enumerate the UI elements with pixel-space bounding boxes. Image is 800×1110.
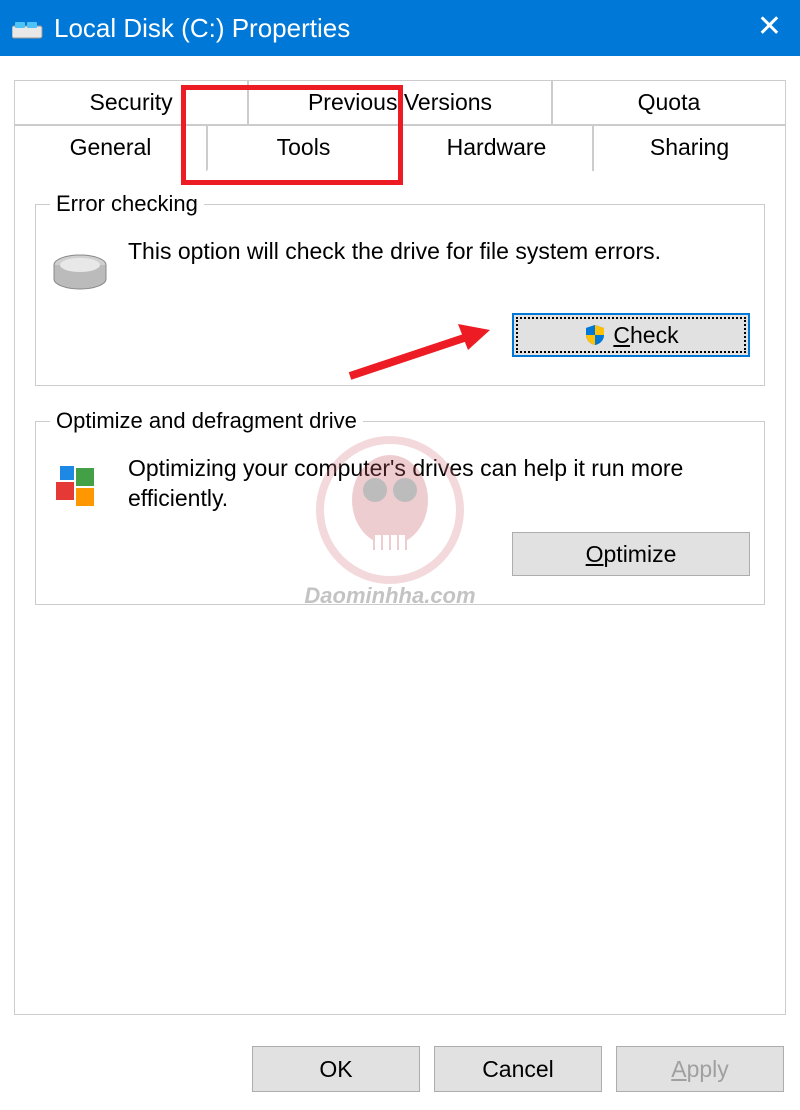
tab-security[interactable]: Security [14,80,248,125]
error-checking-description: This option will check the drive for fil… [128,237,750,267]
tab-row-2: General Tools Hardware Sharing [14,125,786,171]
tab-quota[interactable]: Quota [552,80,786,125]
legend-error-checking: Error checking [50,191,204,217]
ok-button[interactable]: OK [252,1046,420,1092]
tab-row-1: Security Previous Versions Quota [14,80,786,125]
tab-general[interactable]: General [14,125,207,171]
tab-hardware[interactable]: Hardware [400,125,593,171]
optimize-button-label: Optimize [586,541,677,568]
tab-strip: Security Previous Versions Quota General… [14,80,786,171]
tab-panel-tools: Error checking This option will check th… [14,171,786,1015]
apply-button-label: Apply [671,1056,729,1083]
group-error-checking: Error checking This option will check th… [35,191,765,386]
apply-button[interactable]: Apply [616,1046,784,1092]
group-optimize: Optimize and defragment drive Optimizing… [35,408,765,605]
tab-previous-versions[interactable]: Previous Versions [248,80,552,125]
uac-shield-icon [583,323,607,347]
cancel-button[interactable]: Cancel [434,1046,602,1092]
hard-drive-icon [50,249,110,295]
dialog-content: Security Previous Versions Quota General… [0,56,800,1015]
check-button-label: Check [613,322,678,349]
legend-optimize: Optimize and defragment drive [50,408,363,434]
optimize-description: Optimizing your computer's drives can he… [128,454,750,514]
defrag-icon [50,458,110,514]
tab-sharing[interactable]: Sharing [593,125,786,171]
optimize-button[interactable]: Optimize [512,532,750,576]
close-button[interactable]: ✕ [757,12,782,42]
check-button[interactable]: Check [512,313,750,357]
tab-tools[interactable]: Tools [207,125,400,171]
dialog-button-row: OK Cancel Apply [252,1046,784,1092]
window-title: Local Disk (C:) Properties [54,13,350,44]
titlebar: Local Disk (C:) Properties ✕ [0,0,800,56]
drive-icon [12,16,44,40]
